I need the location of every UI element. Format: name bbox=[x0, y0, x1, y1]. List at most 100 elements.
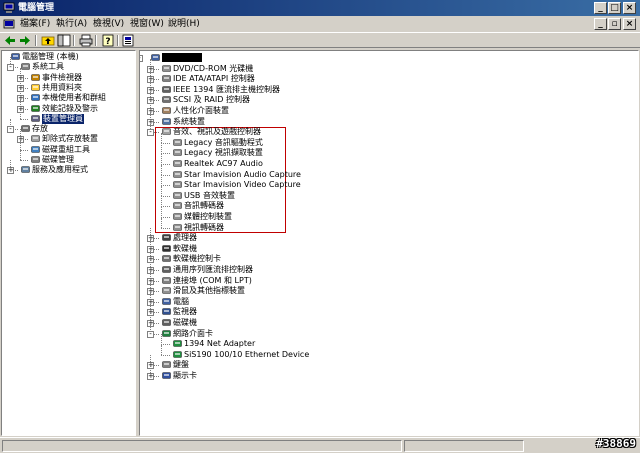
device-tree-item[interactable]: Legacy 視訊擷取裝置 bbox=[140, 148, 638, 158]
toolbar-separator bbox=[73, 35, 75, 46]
device-tree-item[interactable]: + 處理器 bbox=[140, 233, 638, 243]
menu-view[interactable]: 檢視(V) bbox=[93, 19, 124, 30]
console-tree-item[interactable]: 裝置管理員 bbox=[2, 113, 135, 124]
collapse-icon[interactable]: - bbox=[147, 330, 154, 338]
console-tree-label: 系統工具 bbox=[32, 62, 64, 72]
device-tree-item[interactable]: + 鍵盤 bbox=[140, 360, 638, 370]
device-tree-item[interactable]: Realtek AC97 Audio bbox=[140, 159, 638, 169]
computer-management-icon bbox=[3, 2, 15, 13]
console-tree-item[interactable]: + 事件檢視器 bbox=[2, 73, 135, 83]
sound-icon bbox=[162, 127, 171, 136]
help-icon[interactable]: ? bbox=[101, 34, 115, 47]
status-cell bbox=[2, 440, 402, 452]
device-tree-item[interactable]: 媒體控制裝置 bbox=[140, 212, 638, 222]
storage-icon bbox=[21, 124, 30, 133]
computer-icon bbox=[151, 53, 160, 62]
floppy-controller-icon bbox=[162, 254, 171, 263]
console-tree-item[interactable]: 電腦管理 (本機) bbox=[2, 52, 135, 62]
forward-arrow-icon[interactable] bbox=[18, 34, 32, 47]
maximize-button[interactable]: □ bbox=[608, 2, 621, 14]
console-tree-item[interactable]: + 本機使用者和群組 bbox=[2, 93, 135, 103]
console-tree-item[interactable]: + 共用資料夾 bbox=[2, 83, 135, 93]
child-close-button[interactable]: × bbox=[623, 18, 636, 30]
console-tree-item[interactable]: - 系統工具 bbox=[2, 62, 135, 72]
device-tree-item[interactable]: + SCSI 及 RAID 控制器 bbox=[140, 95, 638, 105]
device-tree-label: 媒體控制裝置 bbox=[184, 212, 232, 221]
device-tree-item[interactable]: - 網路介面卡 bbox=[140, 329, 638, 339]
console-icon[interactable] bbox=[3, 18, 15, 30]
console-tree-item[interactable]: 磁碟重組工具 bbox=[2, 145, 135, 155]
sound-device-icon bbox=[173, 212, 182, 221]
expand-icon[interactable]: + bbox=[7, 167, 14, 175]
expand-icon[interactable]: + bbox=[147, 373, 154, 380]
properties-icon[interactable] bbox=[121, 34, 135, 47]
device-tree-item[interactable]: + DVD/CD-ROM 光碟機 bbox=[140, 64, 638, 74]
toolbar-separator bbox=[117, 35, 119, 46]
device-tree-item[interactable]: Legacy 音訊驅動程式 bbox=[140, 138, 638, 148]
device-tree-label: 顯示卡 bbox=[173, 371, 197, 380]
print-icon[interactable] bbox=[79, 34, 93, 47]
device-tree-label: 電腦 bbox=[173, 296, 189, 306]
console-tree-label: 共用資料夾 bbox=[42, 82, 82, 92]
menu-bar: 檔案(F) 執行(A) 檢視(V) 視窗(W) 說明(H) _ ▫ × bbox=[0, 16, 640, 32]
device-tree-item[interactable]: Star Imavision Audio Capture bbox=[140, 170, 638, 180]
console-tree-item[interactable]: 磁碟管理 bbox=[2, 155, 135, 165]
system-device-icon bbox=[162, 117, 171, 126]
device-tree-label: IEEE 1394 匯流排主機控制器 bbox=[173, 84, 280, 94]
device-tree-item[interactable]: + 監視器 bbox=[140, 307, 638, 317]
toolbar: ? bbox=[0, 32, 640, 48]
minimize-button[interactable]: _ bbox=[594, 2, 607, 14]
device-tree-item[interactable]: 視訊轉碼器 bbox=[140, 223, 638, 233]
back-arrow-icon[interactable] bbox=[3, 34, 17, 47]
device-tree-item[interactable]: + 顯示卡 bbox=[140, 371, 638, 381]
device-tree-item[interactable]: - bbox=[140, 53, 638, 63]
device-tree-item[interactable]: + 軟碟機 bbox=[140, 244, 638, 254]
device-tree-item[interactable]: Star Imavision Video Capture bbox=[140, 180, 638, 190]
child-restore-button[interactable]: ▫ bbox=[608, 18, 621, 30]
console-tree-item[interactable]: - 存放 bbox=[2, 124, 135, 134]
console-tree-item[interactable]: + 服務及應用程式 bbox=[2, 165, 135, 175]
device-tree-item[interactable]: USB 音效裝置 bbox=[140, 191, 638, 201]
title-bar[interactable]: 電腦管理 _ □ × bbox=[0, 0, 640, 16]
collapse-icon[interactable]: - bbox=[7, 126, 14, 134]
close-button[interactable]: × bbox=[623, 2, 636, 14]
child-minimize-button[interactable]: _ bbox=[594, 18, 607, 30]
menu-window[interactable]: 視窗(W) bbox=[130, 19, 164, 30]
device-tree-item[interactable]: + 滑鼠及其他指標裝置 bbox=[140, 286, 638, 296]
device-tree-item[interactable]: SiS190 100/10 Ethernet Device bbox=[140, 350, 638, 360]
device-tree-label bbox=[162, 53, 202, 62]
show-tree-icon[interactable] bbox=[57, 34, 71, 47]
device-tree-item[interactable]: + 連接埠 (COM 和 LPT) bbox=[140, 276, 638, 286]
console-tree-pane[interactable]: 電腦管理 (本機) - 系統工具 + 事件檢視器 + 共用資料夾 + 本機使用者和群組 + 效能記錄… bbox=[1, 50, 136, 436]
device-tree-item[interactable]: + 通用序列匯流排控制器 bbox=[140, 265, 638, 275]
device-tree-item[interactable]: - 音效、視訊及遊戲控制器 bbox=[140, 127, 638, 137]
up-folder-icon[interactable] bbox=[41, 34, 55, 47]
console-tree-item[interactable]: + 卸除式存放裝置 bbox=[2, 134, 135, 144]
device-tree-label: 軟碟機控制卡 bbox=[173, 254, 221, 264]
menu-help[interactable]: 說明(H) bbox=[168, 19, 200, 30]
console-tree-item[interactable]: + 效能記錄及警示 bbox=[2, 104, 135, 114]
device-tree-item[interactable]: + IEEE 1394 匯流排主機控制器 bbox=[140, 85, 638, 95]
device-tree-item[interactable]: 1394 Net Adapter bbox=[140, 339, 638, 349]
device-tree-item[interactable]: + 軟碟機控制卡 bbox=[140, 254, 638, 264]
mouse-icon bbox=[162, 286, 171, 295]
menu-file[interactable]: 檔案(F) bbox=[20, 19, 50, 30]
device-tree-item[interactable]: + 磁碟機 bbox=[140, 318, 638, 328]
console-tree-label: 事件檢視器 bbox=[42, 72, 82, 82]
device-tree-item[interactable]: + 系統裝置 bbox=[140, 117, 638, 127]
console-tree-label: 卸除式存放裝置 bbox=[42, 134, 98, 144]
collapse-icon[interactable]: - bbox=[140, 55, 143, 62]
console-tree-label: 電腦管理 (本機) bbox=[22, 52, 79, 61]
console-tree-label: 存放 bbox=[32, 124, 48, 134]
collapse-icon[interactable]: - bbox=[7, 64, 14, 72]
device-tree-item[interactable]: + 人性化介面裝置 bbox=[140, 106, 638, 116]
device-tree-item[interactable]: + IDE ATA/ATAPI 控制器 bbox=[140, 74, 638, 84]
ieee1394-icon bbox=[162, 85, 171, 94]
menu-action[interactable]: 執行(A) bbox=[56, 19, 87, 30]
device-tree-item[interactable]: + 電腦 bbox=[140, 297, 638, 307]
device-tree-pane[interactable]: -+DVD/CD-ROM 光碟機+IDE ATA/ATAPI 控制器+IEEE … bbox=[139, 50, 639, 436]
device-tree-label: SiS190 100/10 Ethernet Device bbox=[184, 349, 310, 359]
shared-folder-icon bbox=[31, 83, 40, 92]
device-tree-item[interactable]: 音訊轉碼器 bbox=[140, 201, 638, 211]
collapse-icon[interactable]: - bbox=[147, 129, 154, 137]
